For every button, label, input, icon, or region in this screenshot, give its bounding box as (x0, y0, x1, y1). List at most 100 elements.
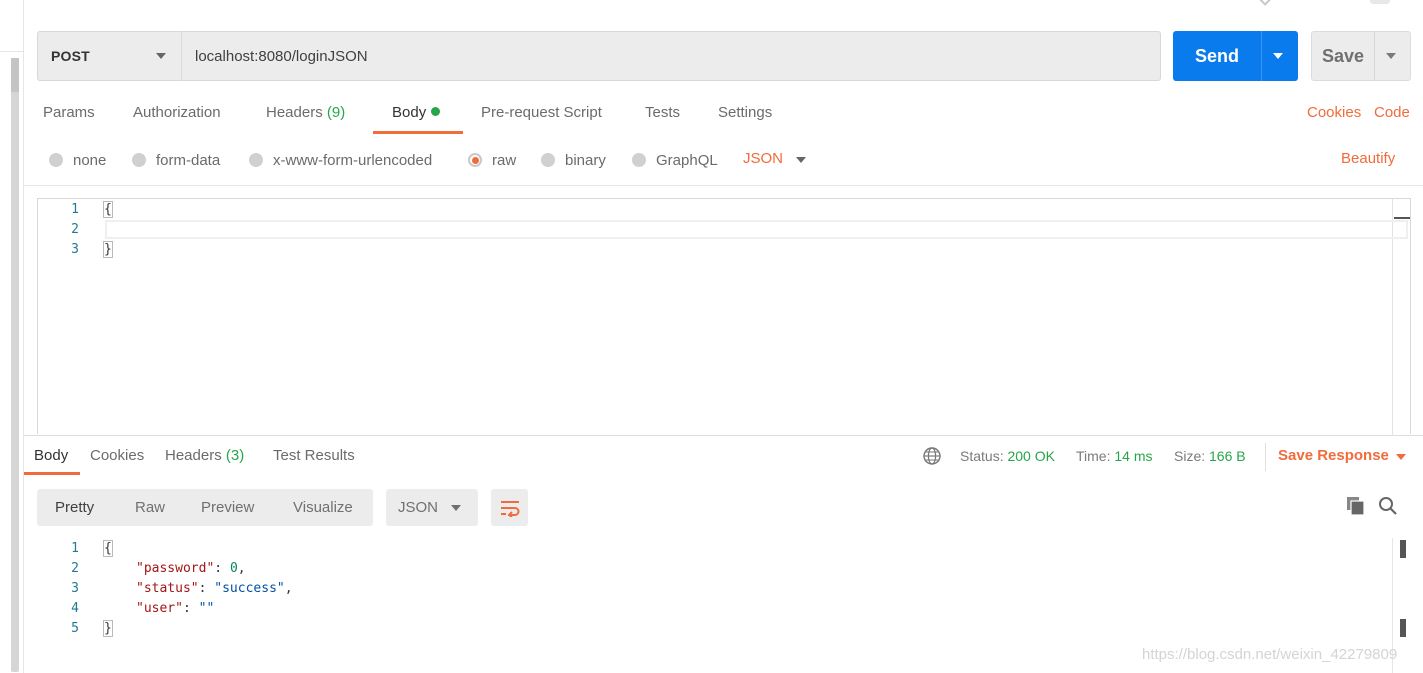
tab-settings-label: Settings (718, 104, 773, 121)
response-divider[interactable] (24, 435, 1423, 436)
radio-icon (132, 153, 146, 167)
chevron-down-icon[interactable] (796, 157, 806, 163)
send-options-icon[interactable] (1273, 53, 1283, 59)
save-response-button[interactable]: Save Response (1278, 447, 1389, 464)
cookies-link[interactable]: Cookies (1307, 104, 1361, 121)
tab-authorization[interactable]: Authorization (133, 104, 221, 126)
line-number: 2 (71, 222, 79, 237)
line-number: 4 (71, 601, 79, 616)
radio-selected-icon (468, 153, 482, 167)
status-value: 200 OK (1007, 448, 1055, 464)
json-value: "" (198, 601, 215, 616)
url-value: localhost:8080/loginJSON (195, 47, 368, 65)
save-button[interactable]: Save (1311, 31, 1411, 81)
time-value: 14 ms (1114, 448, 1153, 464)
json-key: "password" (136, 561, 215, 576)
method-select[interactable]: POST (37, 31, 182, 81)
response-headers-count: (3) (225, 447, 245, 464)
view-tab-pretty[interactable]: Pretty (55, 499, 94, 516)
code-line[interactable]: } (103, 241, 113, 258)
brace: } (103, 241, 113, 258)
radio-raw-label: raw (492, 151, 517, 169)
tab-authorization-label: Authorization (133, 104, 221, 121)
tab-headers-count: (9) (326, 104, 346, 121)
tab-headers[interactable]: Headers (9) (266, 104, 345, 126)
line-number: 3 (71, 581, 79, 596)
view-tab-raw[interactable]: Raw (135, 499, 165, 516)
view-tab-visualize[interactable]: Visualize (293, 499, 353, 516)
method-label: POST (51, 48, 90, 64)
code-link[interactable]: Code (1374, 104, 1410, 121)
tab-headers-label: Headers (266, 104, 323, 121)
radio-form-data[interactable]: form-data (132, 150, 220, 170)
view-tab-preview[interactable]: Preview (201, 499, 254, 516)
time-label: Time: (1076, 448, 1111, 464)
active-tab-underline (373, 131, 463, 134)
send-divider (1261, 31, 1262, 81)
chevron-down-icon (156, 53, 166, 59)
response-tab-body[interactable]: Body (34, 447, 68, 467)
tab-tests-label: Tests (645, 104, 681, 121)
chevron-down-icon (451, 505, 461, 511)
active-line-highlight (105, 220, 1408, 239)
tab-body[interactable]: Body (392, 104, 441, 126)
tab-tests[interactable]: Tests (645, 104, 680, 126)
copy-icon[interactable] (1346, 496, 1366, 516)
response-tab-cookies-label: Cookies (90, 447, 145, 464)
line-number: 3 (71, 242, 79, 257)
brace: { (103, 540, 113, 557)
save-button-label: Save (1321, 45, 1365, 66)
tab-prerequest-label: Pre-request Script (481, 104, 602, 121)
radio-binary-label: binary (565, 151, 606, 169)
body-indicator-dot (431, 107, 441, 116)
response-tab-cookies[interactable]: Cookies (90, 447, 144, 467)
radio-raw[interactable]: raw (468, 150, 516, 170)
wrap-lines-icon (500, 500, 519, 517)
wrap-lines-button[interactable] (491, 489, 528, 526)
chevron-down-icon[interactable] (1396, 454, 1406, 460)
radio-icon (632, 153, 646, 167)
tab-body-label: Body (392, 104, 427, 121)
radio-icon (541, 153, 555, 167)
gutter-rule (0, 51, 24, 52)
response-tab-test-results[interactable]: Test Results (273, 447, 355, 467)
save-options-icon[interactable] (1386, 53, 1396, 59)
response-tab-headers[interactable]: Headers (3) (165, 447, 244, 467)
json-field: "password": 0, (136, 561, 246, 576)
left-gutter (0, 0, 24, 673)
body-format-select[interactable]: JSON (743, 150, 783, 167)
line-number: 5 (71, 621, 79, 636)
tab-params-label: Params (43, 104, 95, 121)
radio-urlencoded[interactable]: x-www-form-urlencoded (249, 150, 432, 170)
window-control[interactable] (1370, 0, 1390, 4)
tab-settings[interactable]: Settings (718, 104, 772, 126)
response-view-tabs: Pretty Raw Preview Visualize (37, 489, 373, 526)
radio-graphql-label: GraphQL (656, 151, 718, 169)
beautify-link[interactable]: Beautify (1341, 150, 1395, 167)
tab-prerequest-script[interactable]: Pre-request Script (481, 104, 602, 126)
json-key: "status" (136, 581, 199, 596)
brace: { (103, 201, 113, 218)
globe-icon[interactable] (922, 446, 942, 466)
radio-graphql[interactable]: GraphQL (632, 150, 718, 170)
radio-none[interactable]: none (49, 150, 106, 170)
json-field: "user": "" (136, 601, 215, 616)
line-number: 1 (71, 541, 79, 556)
radio-none-label: none (73, 151, 107, 169)
radio-binary[interactable]: binary (541, 150, 606, 170)
line-number: 2 (71, 561, 79, 576)
response-tab-headers-label: Headers (165, 447, 222, 464)
send-button[interactable]: Send (1173, 31, 1298, 81)
save-divider (1374, 32, 1375, 80)
url-input[interactable]: localhost:8080/loginJSON (181, 31, 1161, 81)
response-format-select[interactable]: JSON (386, 489, 478, 526)
sidebar-scrollbar[interactable] (11, 58, 19, 672)
code-line: } (103, 620, 113, 637)
search-icon[interactable] (1378, 496, 1398, 516)
radio-icon (249, 153, 263, 167)
tab-params[interactable]: Params (43, 104, 95, 126)
chevron-down-icon[interactable] (1255, 0, 1271, 6)
code-line[interactable]: { (103, 201, 113, 218)
size-label: Size: (1174, 448, 1206, 464)
json-trail: , (237, 561, 246, 576)
